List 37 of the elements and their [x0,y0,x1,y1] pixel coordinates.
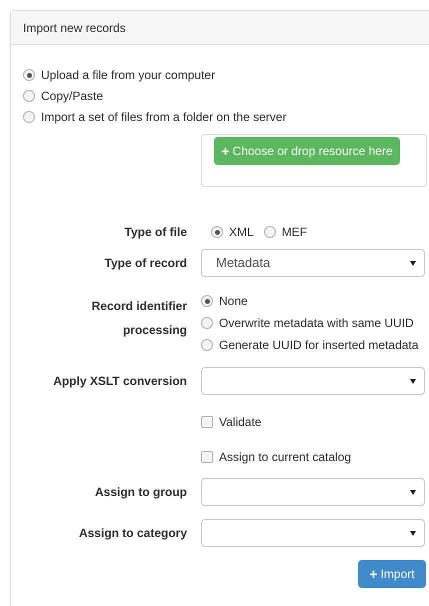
caret-icon [410,378,416,384]
radio-button[interactable] [201,317,213,329]
radio-button[interactable] [23,90,35,102]
field-label: Assign to category [78,526,187,540]
upload-button[interactable]: + Choose or drop resource here [214,137,400,165]
radio-button[interactable] [23,111,35,123]
group-select[interactable] [201,478,425,506]
panel-title: Import new records [23,20,126,36]
field-label: Apply XSLT conversion [53,374,187,388]
checkbox[interactable] [201,451,213,463]
radio-label: None [219,293,248,310]
checkbox-label: Assign to current catalog [219,449,352,466]
radio-label: Import a set of files from a folder on the server [41,109,286,126]
category-select[interactable] [201,519,425,547]
radio-label: Overwrite metadata with same UUID [219,315,414,332]
radio-button[interactable] [211,226,223,238]
field-label: Type of record [104,256,187,270]
radio-button[interactable] [264,226,276,238]
field-label: Record identifier processing [92,299,187,337]
caret-icon [410,260,416,266]
record-type-select[interactable]: Metadata [201,249,425,277]
checkbox[interactable] [201,416,213,428]
radio-label: Copy/Paste [41,88,104,105]
radio-label: Generate UUID for inserted metadata [219,337,418,354]
radio-button[interactable] [201,295,213,307]
radio-button[interactable] [23,69,35,81]
radio-button[interactable] [201,339,213,351]
caret-icon [410,530,416,536]
field-label: Assign to group [95,485,187,499]
radio-label: MEF [282,224,308,241]
xslt-select[interactable] [201,367,425,395]
import-button[interactable]: + Import [358,560,426,588]
field-label: Type of file [124,225,187,239]
radio-label: Upload a file from your computer [41,67,216,84]
radio-label: XML [229,224,254,241]
checkbox-label: Validate [219,414,262,431]
caret-icon [410,490,416,494]
